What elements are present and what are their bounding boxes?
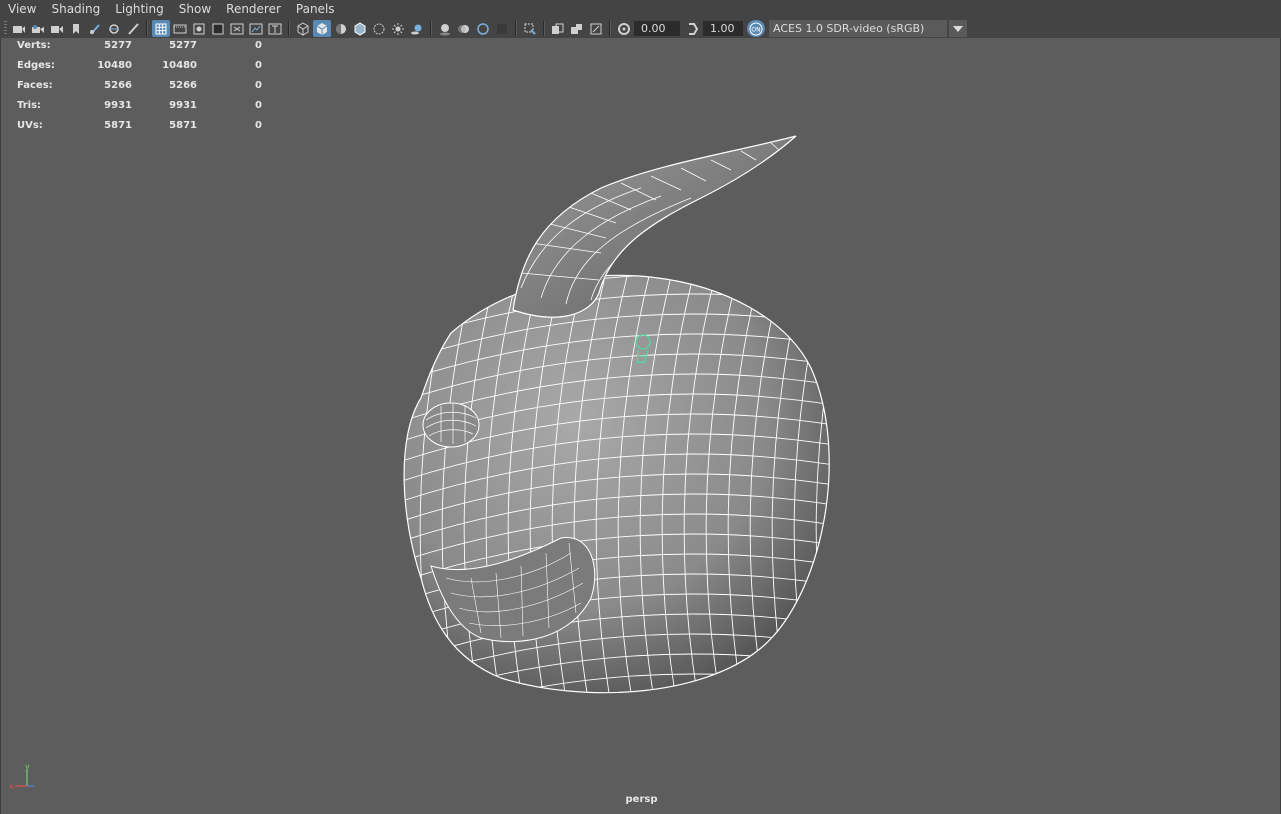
safe-title-icon[interactable] [266, 20, 284, 37]
gamma-field[interactable]: 1.00 [703, 21, 743, 36]
anti-alias-icon[interactable] [474, 20, 492, 37]
wire-edge [381, 694, 901, 748]
xray-active-icon[interactable] [568, 20, 586, 37]
grid-icon[interactable] [152, 20, 170, 37]
gate-mask-icon[interactable] [209, 20, 227, 37]
exposure-icon[interactable] [615, 20, 633, 37]
ambient-occlusion-icon[interactable] [436, 20, 454, 37]
toolbar-separator [288, 21, 290, 36]
use-all-lights-icon[interactable] [389, 20, 407, 37]
grease-pencil-icon[interactable] [86, 20, 104, 37]
2d-pan-zoom-icon[interactable] [105, 20, 123, 37]
panel-toolbar: 0.00 1.00 ON ACES 1.0 SDR-video (sRGB) [0, 19, 1281, 38]
viewport-persp[interactable]: Verts: 5277 5277 0 Edges: 10480 10480 0 … [0, 38, 1281, 814]
menu-renderer[interactable]: Renderer [218, 0, 288, 19]
menu-panels[interactable]: Panels [288, 0, 342, 19]
field-chart-icon[interactable] [228, 20, 246, 37]
wireframe-icon[interactable] [294, 20, 312, 37]
camera-attributes-icon[interactable] [29, 20, 47, 37]
svg-text:ON: ON [751, 26, 760, 33]
model-mesh[interactable] [1, 38, 1281, 814]
gamma-icon[interactable] [684, 20, 702, 37]
resolution-gate-icon[interactable] [190, 20, 208, 37]
toolbar-separator [146, 21, 148, 36]
default-material-icon[interactable] [332, 20, 350, 37]
xray-icon[interactable] [370, 20, 388, 37]
color-space-field[interactable]: ACES 1.0 SDR-video (sRGB) [769, 20, 947, 37]
motion-blur-icon[interactable] [455, 20, 473, 37]
toolbar-separator [515, 21, 517, 36]
camera-bookmark-icon[interactable] [48, 20, 66, 37]
panel-menubar: View Shading Lighting Show Renderer Pane… [0, 0, 1281, 19]
menu-show[interactable]: Show [171, 0, 218, 19]
exposure-field[interactable]: 0.00 [634, 21, 680, 36]
isolate-select-icon[interactable] [521, 20, 539, 37]
wire-edge [882, 238, 923, 738]
depth-of-field-icon[interactable] [493, 20, 511, 37]
view-axis-gizmo: y x [9, 762, 34, 791]
smooth-shade-icon[interactable] [313, 20, 331, 37]
safe-action-icon[interactable] [247, 20, 265, 37]
menu-lighting[interactable]: Lighting [107, 0, 171, 19]
toolbar-separator [430, 21, 432, 36]
wire-edge [904, 238, 945, 738]
axis-y-label: y [25, 762, 30, 771]
camera-name-label: persp [625, 794, 658, 805]
wireframe-on-shaded-icon[interactable] [351, 20, 369, 37]
menu-view[interactable]: View [0, 0, 43, 19]
toolbar-grip[interactable] [4, 21, 7, 36]
grease-pencil-brush-icon[interactable] [124, 20, 142, 37]
chevron-down-icon[interactable] [949, 20, 967, 37]
camera-select-icon[interactable] [10, 20, 28, 37]
shadows-icon[interactable] [408, 20, 426, 37]
image-plane-icon[interactable] [67, 20, 85, 37]
axis-x-label: x [9, 782, 14, 791]
backface-culling-icon[interactable] [587, 20, 605, 37]
menu-shading[interactable]: Shading [43, 0, 107, 19]
wire-edge [838, 238, 879, 738]
xray-joints-icon[interactable] [549, 20, 567, 37]
toolbar-separator [543, 21, 545, 36]
toolbar-separator [609, 21, 611, 36]
film-gate-icon[interactable] [171, 20, 189, 37]
color-management-icon[interactable]: ON [747, 20, 765, 37]
wire-edge [860, 238, 901, 738]
